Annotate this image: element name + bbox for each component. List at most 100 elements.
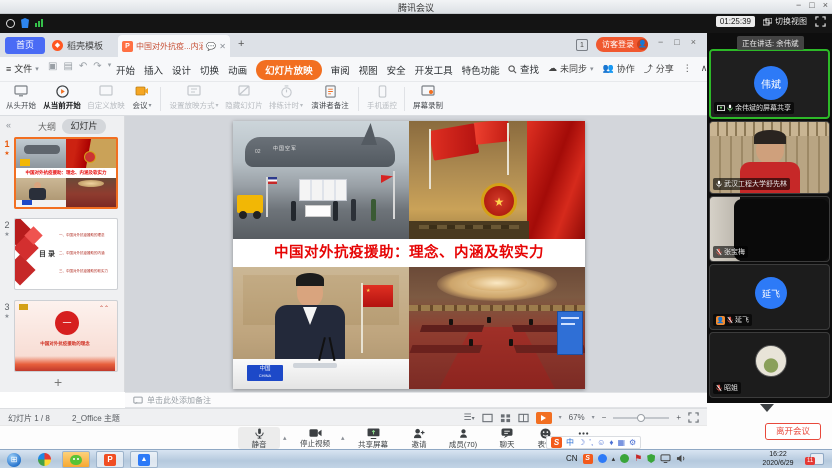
tray-flag-icon[interactable]: ⚑ xyxy=(634,453,642,464)
window-count-badge[interactable]: 1 xyxy=(576,39,588,51)
window-maximize-button[interactable]: □ xyxy=(809,0,814,10)
current-slide[interactable]: 中国空军 02 xyxy=(233,121,585,389)
tool-setup-show[interactable]: 设置放映方式▾ xyxy=(166,84,222,111)
collaborate-button[interactable]: 👥协作 xyxy=(603,62,635,75)
ribbon-tab-transition[interactable]: 切换 xyxy=(200,63,219,77)
undo-icon[interactable]: ↶ xyxy=(79,61,87,72)
tray-volume-icon[interactable] xyxy=(676,454,686,463)
find-button[interactable]: 查找 xyxy=(508,62,539,76)
ribbon-tab-design[interactable]: 设计 xyxy=(172,63,191,77)
tray-green-icon[interactable] xyxy=(620,454,629,463)
window-close-button[interactable]: × xyxy=(823,0,828,10)
ribbon-tab-animation[interactable]: 动画 xyxy=(228,63,247,77)
video-options-icon[interactable]: ▴ xyxy=(341,434,345,442)
tray-expand-icon[interactable]: ▴ xyxy=(612,455,616,463)
tool-screen-record[interactable]: 屏幕录制 xyxy=(410,84,446,111)
tool-rehearse[interactable]: 排练计时▾ xyxy=(266,84,306,111)
taskbar-clock[interactable]: 16:22 2020/6/29 xyxy=(752,451,804,468)
participant-tile-video[interactable]: 武汉工程大学舒先林 xyxy=(709,121,830,194)
mute-button[interactable]: 静音 xyxy=(238,427,280,449)
slide-thumbnail-2[interactable]: 目录 一、中国对外抗疫援助的理念 二、中国对外抗疫援助的内涵 三、中国对外抗疫援… xyxy=(14,218,118,290)
invite-button[interactable]: 邀请 xyxy=(402,427,436,450)
tray-blue-icon[interactable] xyxy=(598,454,607,463)
zoom-in-button[interactable]: + xyxy=(676,413,681,422)
switch-view-button[interactable]: 切换视图 xyxy=(763,16,807,27)
stop-video-button[interactable]: 停止视频 xyxy=(292,427,338,449)
notes-bar[interactable]: 单击此处添加备注 xyxy=(125,392,707,408)
notes-toggle-icon[interactable]: ☰▾ xyxy=(464,412,475,423)
ribbon-tab-start[interactable]: 开始 xyxy=(116,63,135,77)
tool-phone-remote[interactable]: 手机遥控 xyxy=(364,84,400,111)
guest-login-button[interactable]: 访客登录 👤 xyxy=(596,37,648,52)
tool-speaker-notes[interactable]: 演讲者备注 xyxy=(308,84,352,111)
ribbon-tab-insert[interactable]: 插入 xyxy=(144,63,163,77)
ribbon-more-icon[interactable]: ⋮ xyxy=(683,63,692,74)
wps-minimize-button[interactable]: − xyxy=(658,37,663,47)
tool-meeting[interactable]: 会议▾ xyxy=(128,84,156,111)
collapse-panel-icon[interactable]: « xyxy=(6,120,11,130)
panel-tab-slides[interactable]: 幻灯片 xyxy=(62,119,106,134)
zoom-slider-knob[interactable] xyxy=(637,414,645,422)
chat-button[interactable]: 聊天 xyxy=(490,427,524,450)
tray-lang-indicator[interactable]: CN xyxy=(566,454,578,463)
tab-templates[interactable]: ◆ 稻壳模板 xyxy=(52,37,103,54)
tool-from-beginning[interactable]: 从头开始 xyxy=(4,84,38,111)
print-icon[interactable]: ▤ xyxy=(63,61,72,72)
thumb-1-transition-icon[interactable]: ★ xyxy=(1,150,13,157)
meeting-info-icon[interactable] xyxy=(6,19,15,28)
tray-shield-icon[interactable] xyxy=(647,454,655,463)
ime-lang-mode[interactable]: 中 xyxy=(566,437,574,448)
taskbar-wps-app[interactable]: P xyxy=(96,451,124,468)
theme-name[interactable]: 2_Office 主题 xyxy=(72,413,120,424)
taskbar-meeting-app[interactable]: ▲ xyxy=(130,451,158,468)
quickbar-more-icon[interactable]: ▾ xyxy=(108,61,112,72)
ribbon-tab-slideshow-active[interactable]: 幻灯片放映 xyxy=(256,60,322,80)
share-button[interactable]: ⤴分享 xyxy=(644,62,674,75)
tool-hide-slide[interactable]: 隐藏幻灯片 xyxy=(224,84,264,111)
more-participants-icon[interactable] xyxy=(760,404,774,412)
tray-network-icon[interactable] xyxy=(660,454,671,463)
fullscreen-icon[interactable] xyxy=(815,16,826,27)
ime-moon-icon[interactable]: ☽ xyxy=(578,438,585,447)
view-normal-icon[interactable] xyxy=(482,413,493,423)
security-shield-icon[interactable] xyxy=(21,18,29,28)
wps-restore-button[interactable]: □ xyxy=(674,37,679,47)
zoom-dropdown-icon[interactable]: ▾ xyxy=(592,414,595,421)
zoom-out-button[interactable]: − xyxy=(602,413,607,422)
tab-comment-icon[interactable]: 💬 xyxy=(206,42,216,51)
view-reading-icon[interactable] xyxy=(518,413,529,423)
taskbar-wechat-app[interactable] xyxy=(62,451,90,468)
tool-custom-show[interactable]: 自定义放映 xyxy=(86,84,126,111)
participant-tile-sharer[interactable]: 伟斌 余伟斌的屏幕共享 xyxy=(709,49,830,119)
participant-tile-avatar[interactable]: 延飞 👤 延飞 xyxy=(709,264,830,330)
thumb-3-transition-icon[interactable]: ★ xyxy=(1,313,13,320)
tab-document-active[interactable]: P 中国对外抗疫...内涵及软实力 💬 ✕ xyxy=(118,35,230,57)
tray-sogou-icon[interactable]: S xyxy=(583,454,593,464)
notification-tray-icon[interactable]: 11 xyxy=(810,453,824,465)
ime-mic-icon[interactable]: ♦ xyxy=(609,438,613,447)
participant-tile-dark[interactable]: 张宝梅 xyxy=(709,196,830,262)
fit-screen-icon[interactable] xyxy=(688,412,699,423)
ime-emoji-icon[interactable]: ☺ xyxy=(597,438,605,447)
tab-close-icon[interactable]: ✕ xyxy=(219,42,226,51)
window-minimize-button[interactable]: − xyxy=(796,0,801,10)
mic-options-icon[interactable]: ▴ xyxy=(283,434,287,442)
play-dropdown-icon[interactable]: ▾ xyxy=(559,414,562,421)
wps-close-button[interactable]: × xyxy=(691,37,696,47)
ime-punct-icon[interactable]: ’, xyxy=(589,438,593,447)
add-slide-button[interactable]: + xyxy=(54,374,62,390)
ribbon-tab-review[interactable]: 审阅 xyxy=(331,63,350,77)
ribbon-tab-security[interactable]: 安全 xyxy=(387,63,406,77)
sync-status-button[interactable]: ☁未同步▾ xyxy=(548,62,594,75)
zoom-slider[interactable] xyxy=(613,417,669,419)
start-button[interactable]: ⊞ xyxy=(3,451,25,468)
new-tab-button[interactable]: + xyxy=(238,38,244,50)
share-screen-button[interactable]: 共享屏幕 xyxy=(350,427,396,450)
slide-thumbnail-3[interactable]: ⌃⌃ 一 中国对外抗疫援助的理念 xyxy=(14,300,118,372)
tab-home[interactable]: 首页 xyxy=(5,37,45,54)
taskbar-pinwheel-app[interactable] xyxy=(30,451,58,468)
file-menu[interactable]: ≡ 文件▾ xyxy=(6,62,39,75)
ime-toolbar[interactable]: S 中 ☽ ’, ☺ ♦ ▦ ⚙ xyxy=(546,436,641,449)
ribbon-tab-view[interactable]: 视图 xyxy=(359,63,378,77)
ribbon-tab-special[interactable]: 特色功能 xyxy=(462,63,500,77)
